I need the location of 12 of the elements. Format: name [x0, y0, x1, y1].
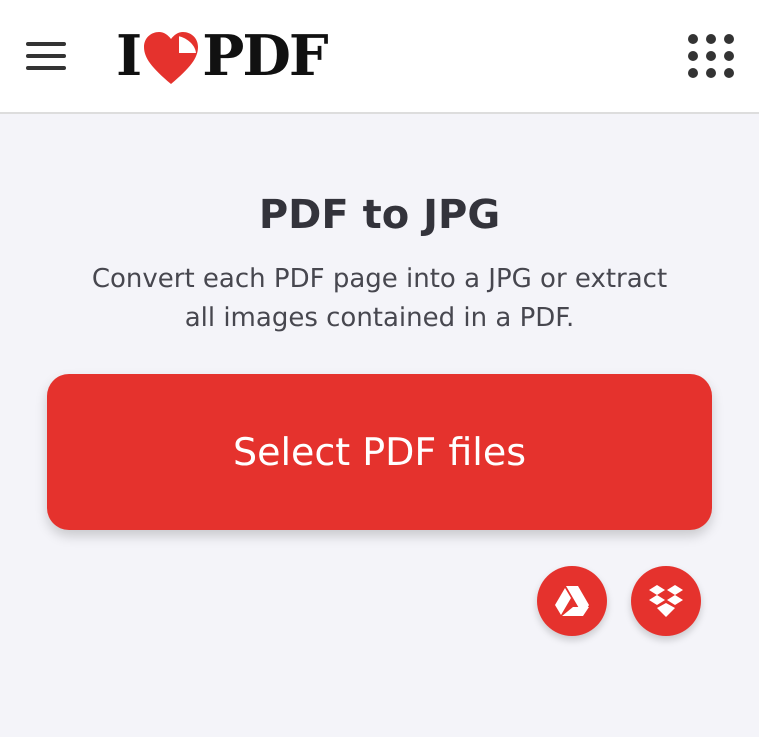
heart-icon	[142, 30, 200, 86]
apps-grid-icon[interactable]	[687, 34, 735, 78]
menu-icon[interactable]	[26, 42, 66, 70]
description-text: Convert each PDF page into a JPG or extract all images contained in a PDF.	[90, 263, 668, 335]
logo-text: I	[116, 28, 140, 84]
page-title: PDF to JPG	[258, 192, 500, 238]
select-files-button[interactable]: Select PDF files	[47, 374, 712, 530]
open-box-icon	[648, 584, 684, 618]
logo-text: PDF	[202, 28, 327, 84]
triangle-logo-button[interactable]	[537, 566, 607, 636]
triangle-icon	[554, 585, 590, 617]
box-logo-button[interactable]	[631, 566, 701, 636]
